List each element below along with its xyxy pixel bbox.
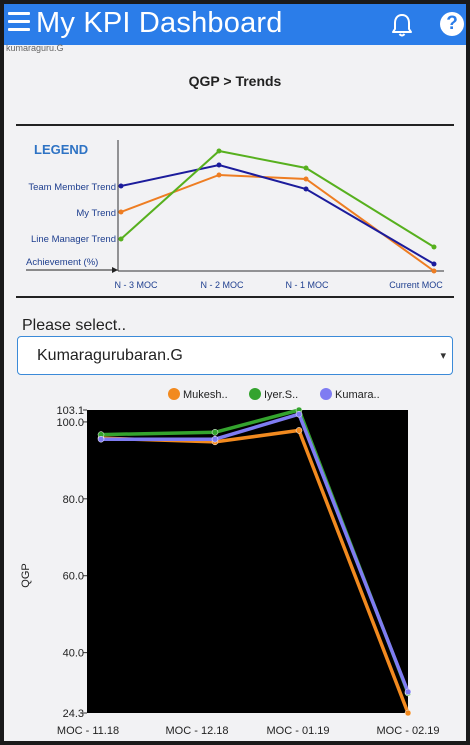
legend-line-team-member	[120, 163, 435, 265]
y-tick-label: 100.0	[56, 417, 84, 429]
data-point	[97, 435, 105, 443]
chevron-down-icon: ▾	[440, 350, 446, 362]
menu-icon[interactable]	[8, 12, 30, 34]
app-screen: My KPI Dashboard ? kumaraguru.G QGP > Tr…	[4, 4, 466, 741]
divider	[16, 124, 454, 126]
legend-label-my-trend: My Trend	[76, 208, 116, 219]
y-tick-label: 103.1	[56, 405, 84, 417]
legend-x-label: N - 1 MOC	[285, 280, 329, 290]
legend-label-line-manager: Line Manager Trend	[31, 234, 116, 245]
x-tick-label: MOC - 02.19	[377, 725, 440, 737]
data-point	[295, 410, 303, 418]
legend-entry: Kumara..	[335, 389, 380, 401]
y-tick-label: 80.0	[63, 494, 84, 506]
plot-area	[87, 410, 408, 713]
user-subtext: kumaraguru.G	[6, 43, 64, 53]
select-label: Please select..	[22, 317, 127, 334]
app-title: My KPI Dashboard	[36, 7, 283, 39]
legend-line-line-manager	[120, 149, 435, 248]
legend-heading: LEGEND	[34, 142, 88, 157]
legend-entry: Mukesh..	[183, 389, 228, 401]
y-tick-label: 60.0	[63, 571, 84, 583]
legend-entry: Iyer.S..	[264, 389, 298, 401]
x-tick-label: MOC - 11.18	[57, 725, 119, 737]
y-tick-label: 40.0	[63, 648, 84, 660]
legend-x-label: Current MOC	[389, 280, 443, 290]
legend-swatch	[168, 388, 180, 400]
legend-label-team-member: Team Member Trend	[28, 182, 116, 193]
help-icon[interactable]: ?	[440, 12, 464, 36]
x-tick-label: MOC - 12.18	[166, 725, 229, 737]
divider	[16, 296, 454, 298]
x-tick-label: MOC - 01.19	[267, 725, 330, 737]
app-header: My KPI Dashboard ?	[4, 4, 466, 45]
trend-legend-graphic: LEGEND Team Member Trend My Trend Line M…	[26, 140, 444, 290]
legend-swatch	[249, 388, 261, 400]
legend-line-my-trend	[120, 173, 435, 272]
data-point	[404, 709, 412, 717]
select-value: Kumaragurubaran.G	[37, 347, 183, 364]
data-point	[295, 427, 303, 434]
data-point	[404, 688, 412, 696]
legend-x-label: N - 3 MOC	[114, 280, 158, 290]
member-select[interactable]: Kumaragurubaran.G ▾	[17, 336, 453, 375]
page-title: QGP > Trends	[188, 73, 282, 89]
bell-icon[interactable]	[390, 12, 414, 38]
y-tick-label: 24.3	[63, 708, 84, 720]
legend-x-label: N - 2 MOC	[200, 280, 244, 290]
data-point	[211, 429, 219, 436]
y-axis-label: QGP	[20, 563, 32, 587]
qgp-line-chart: Mukesh.. Iyer.S.. Kumara.. 103.1100.0 80.0 60…	[20, 388, 440, 737]
legend-label-achievement: Achievement (%)	[26, 257, 98, 268]
legend-swatch	[320, 388, 332, 400]
data-point	[211, 435, 219, 443]
